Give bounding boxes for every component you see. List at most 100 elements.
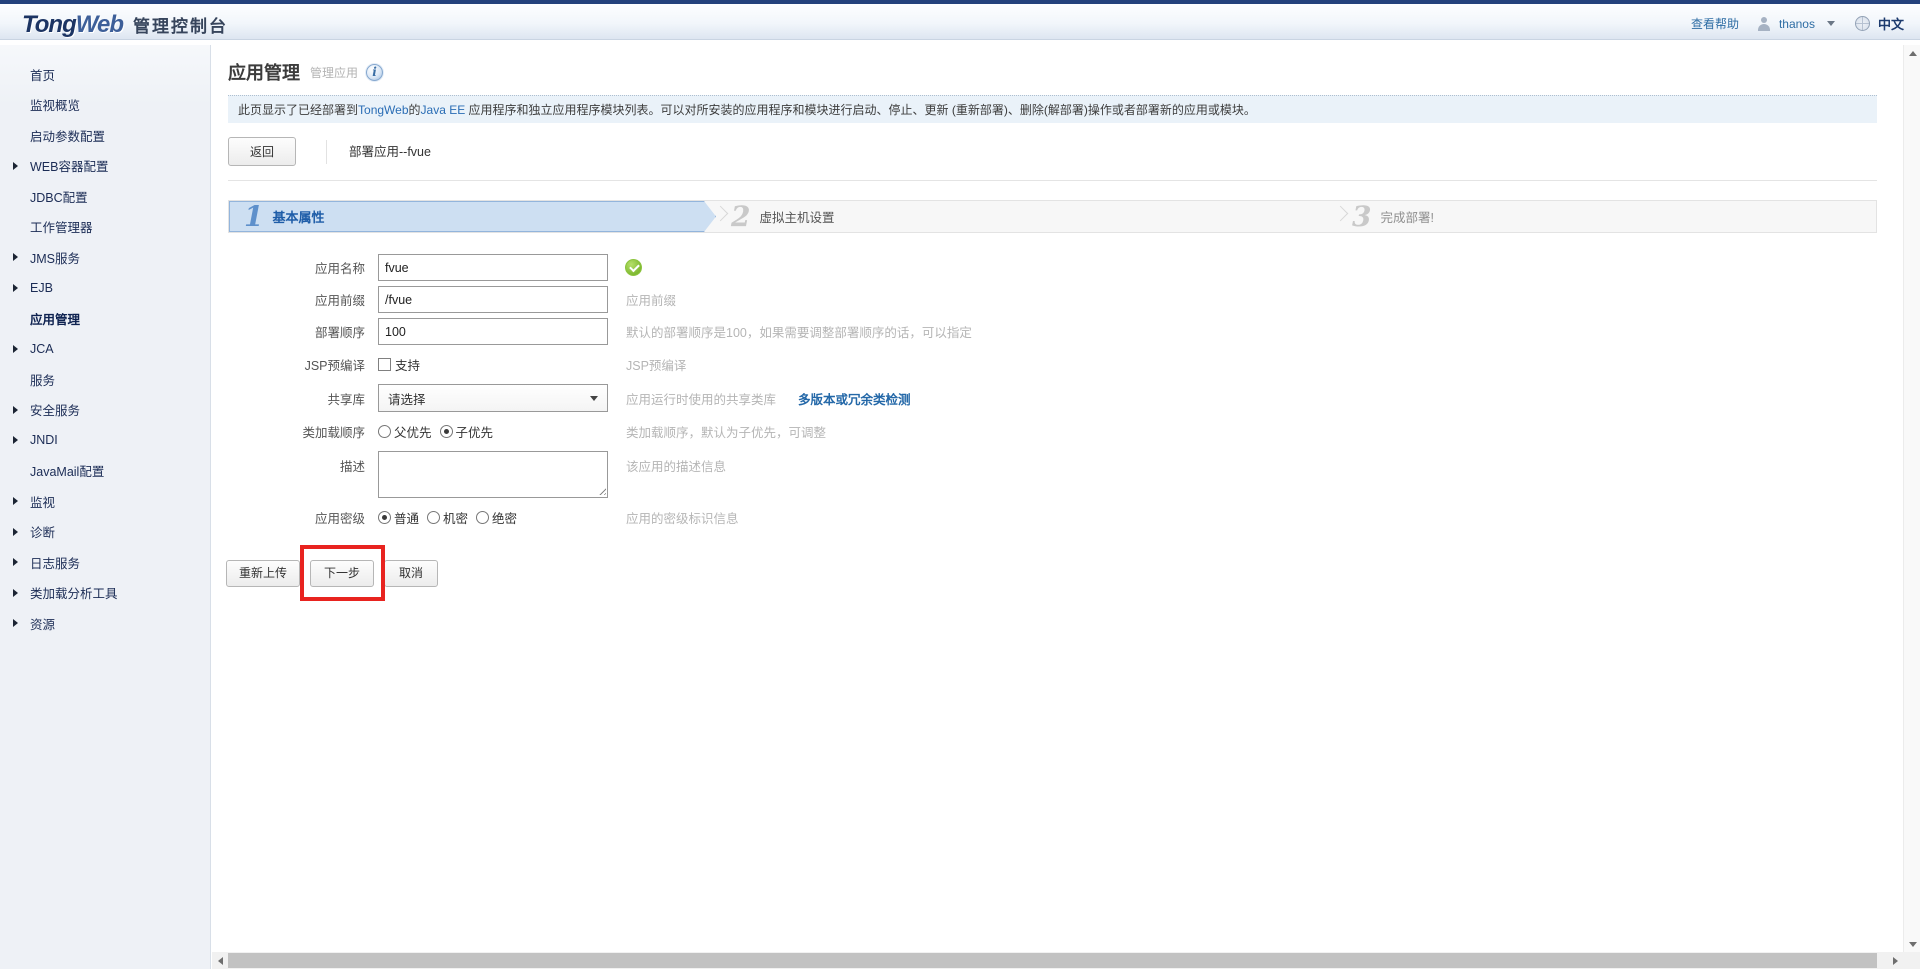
child-first-radio-label: 子优先 xyxy=(455,426,494,440)
notice-bar: 此页显示了已经部署到TongWeb的Java EE 应用程序和独立应用程序模块列… xyxy=(228,95,1877,123)
sidebar-item-label: 应用管理 xyxy=(30,312,81,327)
sidebar-item-label: JMS服务 xyxy=(30,251,81,266)
security-top-secret-radio[interactable] xyxy=(476,511,490,524)
step-2-label: 虚拟主机设置 xyxy=(759,211,835,225)
sidebar-item-16[interactable]: 日志服务 xyxy=(0,547,210,578)
jsp-precompile-row: JSP预编译 支持 JSP预编译 xyxy=(228,355,1877,374)
horizontal-scrollbar-thumb[interactable] xyxy=(228,953,1877,968)
horizontal-scrollbar[interactable] xyxy=(212,952,1903,969)
deploy-order-label: 部署顺序 xyxy=(314,326,365,340)
class-load-order-label: 类加载顺序 xyxy=(302,426,365,440)
sidebar-item-label: 资源 xyxy=(30,617,56,632)
sidebar-item-label: 服务 xyxy=(30,373,56,388)
security-level-row: 应用密级 普通 机密 绝密 应用的密级标识信息 xyxy=(228,508,1877,527)
app-name-label: 应用名称 xyxy=(314,262,365,276)
description-textarea[interactable] xyxy=(378,451,608,498)
sidebar-item-8[interactable]: 应用管理 xyxy=(0,303,210,334)
sidebar-item-13[interactable]: JavaMail配置 xyxy=(0,456,210,487)
next-step-button[interactable]: 下一步 xyxy=(310,560,375,587)
select-dropdown-icon xyxy=(590,395,598,401)
wizard-step-3: 3 完成部署! xyxy=(1352,201,1434,232)
parent-first-radio[interactable] xyxy=(378,425,391,438)
sidebar-item-label: WEB容器配置 xyxy=(30,160,109,175)
tongweb-logo: Tong Web 管理控制台 xyxy=(22,11,228,39)
valid-check-icon xyxy=(625,259,642,276)
expand-arrow-icon xyxy=(13,436,18,445)
sidebar-item-6[interactable]: JMS服务 xyxy=(0,242,210,273)
step-1-label: 基本属性 xyxy=(272,210,325,225)
class-load-order-row: 类加载顺序 父优先 子优先 类加载顺序，默认为子优先，可调整 xyxy=(228,422,1877,441)
shared-lib-label: 共享库 xyxy=(327,392,365,407)
form-actions: 重新上传 下一步 取消 xyxy=(226,545,1877,601)
description-hint: 该应用的描述信息 xyxy=(626,460,727,474)
sidebar-item-5[interactable]: 工作管理器 xyxy=(0,212,210,243)
sidebar-nav: 首页监视概览启动参数配置 WEB容器配置 JDBC配置工作管理器 JMS服务 EJB 应用… xyxy=(0,45,211,969)
sidebar-item-label: JDBC配置 xyxy=(30,190,88,205)
sidebar-item-label: 监视概览 xyxy=(30,99,81,114)
logo-text-tong: Tong xyxy=(22,11,77,38)
step-3-number: 3 xyxy=(1352,199,1372,233)
scroll-down-icon[interactable] xyxy=(1904,936,1920,952)
deploy-order-row: 部署顺序 默认的部署顺序是100，如果需要调整部署顺序的话，可以指定 xyxy=(228,318,1877,345)
wizard-step-1: 1 基本属性 xyxy=(229,201,716,232)
sidebar-item-label: 安全服务 xyxy=(30,404,81,419)
redundancy-check-link[interactable]: 多版本或冗余类检测 xyxy=(798,389,911,408)
security-level-label: 应用密级 xyxy=(314,512,365,526)
sidebar-item-label: 诊断 xyxy=(30,526,56,541)
sidebar-item-15[interactable]: 诊断 xyxy=(0,517,210,548)
scroll-up-icon[interactable] xyxy=(1904,45,1920,61)
app-prefix-input[interactable] xyxy=(378,286,608,313)
sidebar-item-1[interactable]: 监视概览 xyxy=(0,90,210,121)
sidebar-item-2[interactable]: 启动参数配置 xyxy=(0,120,210,151)
app-prefix-hint: 应用前缀 xyxy=(626,294,677,308)
class-load-order-hint: 类加载顺序，默认为子优先，可调整 xyxy=(626,426,827,440)
info-icon[interactable]: i xyxy=(366,63,384,81)
security-normal-radio[interactable] xyxy=(378,511,391,524)
sidebar-item-label: JNDI xyxy=(30,433,58,448)
sidebar-item-label: EJB xyxy=(30,280,53,295)
globe-icon xyxy=(1854,16,1870,31)
sidebar-item-12[interactable]: JNDI xyxy=(0,425,210,456)
sidebar-item-label: 日志服务 xyxy=(30,556,81,571)
child-first-radio[interactable] xyxy=(439,425,453,438)
cancel-button[interactable]: 取消 xyxy=(384,560,439,587)
scroll-right-icon[interactable] xyxy=(1887,952,1903,969)
expand-arrow-icon xyxy=(13,588,18,597)
reupload-button[interactable]: 重新上传 xyxy=(226,560,301,587)
expand-arrow-icon xyxy=(13,527,18,536)
sidebar-item-0[interactable]: 首页 xyxy=(0,59,210,90)
expand-arrow-icon xyxy=(13,405,18,414)
expand-arrow-icon xyxy=(13,253,18,262)
security-level-hint: 应用的密级标识信息 xyxy=(626,512,739,526)
vertical-scrollbar[interactable] xyxy=(1903,45,1920,952)
user-menu-caret-icon[interactable] xyxy=(1826,21,1835,26)
sidebar-item-14[interactable]: 监视 xyxy=(0,486,210,517)
jsp-precompile-label: JSP预编译 xyxy=(304,359,365,373)
help-link[interactable]: 查看帮助 xyxy=(1691,15,1739,32)
security-secret-radio[interactable] xyxy=(427,511,441,524)
deploy-form: 应用名称 应用前缀 应用前缀 部署顺序 默认的部署顺序是100，如果需要调整部署… xyxy=(226,254,1877,601)
sidebar-item-10[interactable]: 服务 xyxy=(0,364,210,395)
language-switcher[interactable]: 中文 xyxy=(1878,14,1904,33)
deploy-order-input[interactable] xyxy=(378,318,608,345)
sidebar-item-7[interactable]: EJB xyxy=(0,273,210,304)
sidebar-item-label: JCA xyxy=(30,341,54,356)
shared-lib-row: 共享库 请选择 应用运行时使用的共享类库 多版本或冗余类检测 xyxy=(228,384,1877,412)
shared-lib-select[interactable]: 请选择 xyxy=(378,384,608,412)
app-name-input[interactable] xyxy=(378,254,608,281)
sidebar-item-9[interactable]: JCA xyxy=(0,334,210,365)
sidebar-item-4[interactable]: JDBC配置 xyxy=(0,181,210,212)
back-button[interactable]: 返回 xyxy=(228,137,296,166)
step-separator-icon xyxy=(712,205,729,222)
sidebar-item-18[interactable]: 资源 xyxy=(0,608,210,639)
step-2-number: 2 xyxy=(731,199,751,233)
username-link[interactable]: thanos xyxy=(1779,17,1815,31)
sidebar-item-3[interactable]: WEB容器配置 xyxy=(0,151,210,182)
sidebar-item-11[interactable]: 安全服务 xyxy=(0,395,210,426)
description-row: 描述 该应用的描述信息 xyxy=(228,451,1877,498)
main-panel: 应用管理 管理应用 i 此页显示了已经部署到TongWeb的Java EE 应用… xyxy=(212,45,1903,952)
sidebar-item-17[interactable]: 类加载分析工具 xyxy=(0,578,210,609)
expand-arrow-icon xyxy=(13,619,18,628)
jsp-precompile-checkbox[interactable] xyxy=(378,358,391,371)
scroll-left-icon[interactable] xyxy=(212,952,228,969)
